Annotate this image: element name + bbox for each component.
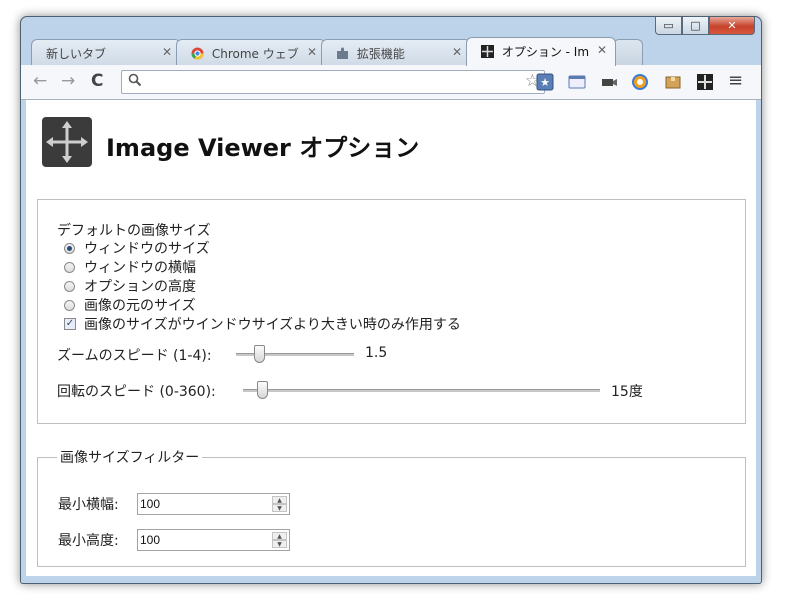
- min-width-stepper[interactable]: ▲ ▼: [272, 496, 287, 512]
- tab-options[interactable]: オプション - Im ✕: [466, 37, 616, 66]
- image-viewer-extension-icon[interactable]: [696, 73, 714, 91]
- min-width-value: 100: [140, 497, 161, 511]
- zoom-speed-label: ズームのスピード (1-4):: [57, 348, 212, 364]
- page-title: Image Viewer オプション: [106, 134, 420, 162]
- size-filter-legend: 画像サイズフィルター: [60, 450, 200, 466]
- only-larger-checkbox[interactable]: ✓: [64, 318, 76, 330]
- box-extension-icon[interactable]: [664, 73, 682, 91]
- radio-window-width-label[interactable]: ウィンドウの横幅: [84, 257, 196, 277]
- window-caption-buttons: ▭ □ ✕: [655, 17, 755, 35]
- tab-chrome-webstore[interactable]: Chrome ウェブ ✕: [176, 39, 326, 65]
- tab-label: Chrome ウェブ: [211, 47, 299, 61]
- zoom-speed-slider-thumb[interactable]: [254, 345, 266, 363]
- tab-strip: 新しいタブ ✕ Chrome ウェブ ✕ 拡張機能 ✕ オプション - Im ✕: [31, 37, 731, 66]
- radio-window-size-label[interactable]: ウィンドウのサイズ: [84, 238, 210, 258]
- only-larger-label[interactable]: 画像のサイズがウインドウサイズより大きい時のみ作用する: [84, 314, 461, 334]
- reload-button[interactable]: C: [91, 71, 103, 91]
- radio-window-width[interactable]: [64, 262, 75, 273]
- min-width-input[interactable]: 100 ▲ ▼: [137, 493, 290, 515]
- decrement-icon[interactable]: ▼: [272, 540, 287, 548]
- rotate-speed-value: 15度: [611, 384, 643, 400]
- back-button[interactable]: ←: [33, 71, 47, 91]
- svg-text:★: ★: [540, 76, 550, 89]
- min-height-label: 最小高度:: [58, 533, 119, 549]
- tab-label: 新しいタブ: [46, 47, 107, 61]
- size-filter-group: 画像サイズフィルター 最小横幅: 100 ▲ ▼ 最小高度: 100 ▲ ▼: [37, 447, 746, 567]
- browser-window: ▭ □ ✕ 新しいタブ ✕ Chrome ウェブ ✕ 拡張機能 ✕ オプション …: [20, 16, 762, 584]
- image-viewer-icon: [481, 45, 494, 58]
- puzzle-icon: [336, 47, 349, 60]
- radio-original-size[interactable]: [64, 300, 75, 311]
- minimize-button[interactable]: ▭: [655, 17, 682, 35]
- radio-original-size-label[interactable]: 画像の元のサイズ: [84, 295, 196, 315]
- tab-close-icon[interactable]: ✕: [307, 45, 317, 59]
- maximize-button[interactable]: □: [682, 17, 709, 35]
- tab-new-tab[interactable]: 新しいタブ ✕: [31, 39, 181, 65]
- radio-window-size[interactable]: [64, 243, 75, 254]
- tab-label: 拡張機能: [356, 47, 405, 61]
- rotate-speed-slider-thumb[interactable]: [256, 381, 268, 399]
- increment-icon[interactable]: ▲: [272, 532, 287, 540]
- window-manager-icon[interactable]: [568, 73, 586, 91]
- search-icon: [128, 73, 142, 91]
- options-page: Image Viewer オプション デフォルトの画像サイズ ウィンドウのサイズ…: [26, 100, 756, 576]
- radio-option-height-label[interactable]: オプションの高度: [84, 276, 196, 296]
- close-window-button[interactable]: ✕: [709, 17, 755, 35]
- rotate-speed-label: 回転のスピード (0-360):: [57, 384, 216, 400]
- tab-label: オプション - Im: [501, 45, 590, 59]
- rotate-speed-slider[interactable]: [243, 389, 600, 392]
- tab-close-icon[interactable]: ✕: [452, 45, 462, 59]
- default-size-group: デフォルトの画像サイズ ウィンドウのサイズ ウィンドウの横幅 オプションの高度 …: [37, 199, 746, 424]
- default-size-heading: デフォルトの画像サイズ: [57, 223, 211, 239]
- chrome-icon: [191, 47, 204, 60]
- decrement-icon[interactable]: ▼: [272, 504, 287, 512]
- bookmark-manager-icon[interactable]: ★: [536, 73, 554, 91]
- gear-extension-icon[interactable]: [631, 73, 649, 91]
- forward-button[interactable]: →: [61, 71, 75, 91]
- min-height-input[interactable]: 100 ▲ ▼: [137, 529, 290, 551]
- min-height-value: 100: [140, 533, 161, 547]
- camera-icon[interactable]: [600, 73, 618, 91]
- min-height-stepper[interactable]: ▲ ▼: [272, 532, 287, 548]
- browser-toolbar: ← → C ☆ ★ ≡: [21, 65, 761, 100]
- new-tab-button[interactable]: [613, 39, 643, 65]
- radio-option-height[interactable]: [64, 281, 75, 292]
- min-width-label: 最小横幅:: [58, 497, 119, 513]
- zoom-speed-value: 1.5: [365, 345, 388, 361]
- address-bar[interactable]: ☆: [121, 70, 545, 94]
- image-viewer-logo-icon: [42, 117, 92, 167]
- increment-icon[interactable]: ▲: [272, 496, 287, 504]
- menu-icon[interactable]: ≡: [728, 71, 743, 91]
- tab-close-icon[interactable]: ✕: [597, 43, 607, 57]
- tab-extensions[interactable]: 拡張機能 ✕: [321, 39, 471, 65]
- tab-close-icon[interactable]: ✕: [162, 45, 172, 59]
